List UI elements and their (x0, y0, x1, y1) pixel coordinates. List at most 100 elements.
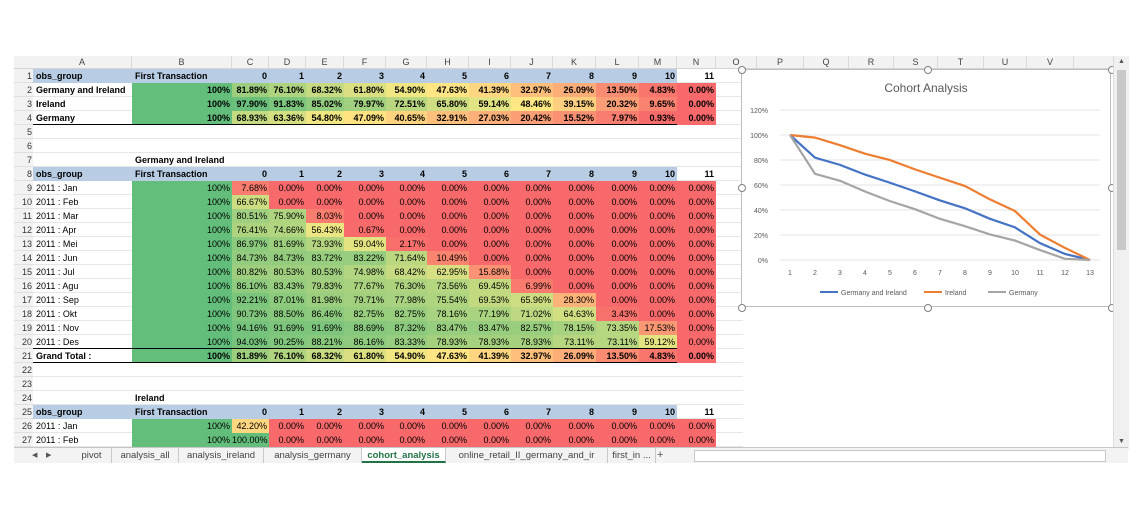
cell-retention[interactable]: 0.00% (553, 419, 596, 433)
cell-retention[interactable]: 0.00% (553, 433, 596, 447)
prev-sheet-arrow-icon[interactable]: ◀ (32, 448, 37, 463)
cell-retention[interactable]: 0.00% (553, 209, 596, 223)
cell-retention[interactable]: 0.00% (469, 419, 511, 433)
cell-retention[interactable]: 100% (132, 181, 232, 195)
cell-retention[interactable]: 83.47% (427, 321, 469, 335)
cell-period-header[interactable]: 2 (306, 167, 344, 181)
cell-retention[interactable]: 0.00% (677, 349, 716, 363)
cell-retention[interactable]: 0.00% (553, 195, 596, 209)
cell-obs-group[interactable]: 2011 : Jan (33, 181, 132, 195)
cell-retention[interactable]: 94.03% (232, 335, 269, 349)
cell-retention[interactable]: 76.10% (269, 349, 306, 363)
cell-retention[interactable]: 91.69% (269, 321, 306, 335)
cell-period-header[interactable]: 3 (344, 167, 386, 181)
cell-retention[interactable]: 59.12% (639, 335, 677, 349)
column-header-o[interactable]: O (716, 56, 757, 68)
cell-obs-group[interactable]: 2011 : Feb (33, 195, 132, 209)
sheet-tab-analysis-all[interactable]: analysis_all (112, 448, 179, 463)
cell-retention[interactable]: 0.00% (639, 251, 677, 265)
row-header-7[interactable]: 7 (14, 153, 33, 167)
cell-period-header[interactable]: 0 (232, 405, 269, 419)
cell-obs-group-header[interactable]: obs_group (33, 167, 132, 181)
cell-retention[interactable]: 81.69% (269, 237, 306, 251)
cell-retention[interactable]: 88.21% (306, 335, 344, 349)
cell-retention[interactable]: 59.14% (469, 97, 511, 111)
cell-retention[interactable]: 0.00% (677, 419, 716, 433)
cell-retention[interactable]: 7.97% (596, 111, 639, 125)
row-header-24[interactable]: 24 (14, 391, 33, 405)
cell-retention[interactable]: 71.02% (511, 307, 553, 321)
cell-retention[interactable]: 0.00% (677, 321, 716, 335)
cell-retention[interactable]: 100% (132, 307, 232, 321)
cell-first-transaction-header[interactable]: First Transaction (132, 167, 232, 181)
cohort-analysis-chart[interactable]: Cohort Analysis 0% 20% 40% 60% 80% 100% 120% 1… (741, 69, 1111, 307)
cell-retention[interactable]: 47.63% (427, 83, 469, 97)
scroll-up-arrow-icon[interactable]: ▲ (1115, 56, 1128, 68)
cell-retention[interactable]: 0.00% (511, 265, 553, 279)
cell-retention[interactable]: 0.00% (596, 433, 639, 447)
cell-period-header[interactable]: 4 (386, 69, 427, 83)
cell-retention[interactable]: 61.80% (344, 349, 386, 363)
cell-first-transaction-header[interactable]: First Transaction (132, 69, 232, 83)
cell-retention[interactable]: 6.99% (511, 279, 553, 293)
cell-retention[interactable]: 0.00% (386, 209, 427, 223)
cell-retention[interactable]: 0.00% (596, 195, 639, 209)
cell-retention[interactable]: 100% (132, 83, 232, 97)
cell-retention[interactable]: 90.73% (232, 307, 269, 321)
cell-period-header[interactable]: 11 (677, 167, 716, 181)
cell-retention[interactable]: 0.00% (386, 419, 427, 433)
cell-period-header[interactable]: 9 (596, 69, 639, 83)
cell-retention[interactable]: 17.53% (639, 321, 677, 335)
cell-retention[interactable]: 91.83% (269, 97, 306, 111)
cell-retention[interactable]: 68.93% (232, 111, 269, 125)
cell-retention[interactable]: 0.00% (427, 209, 469, 223)
cell-period-header[interactable]: 5 (427, 69, 469, 83)
cell-retention[interactable]: 68.42% (386, 265, 427, 279)
cell-retention[interactable]: 100% (132, 195, 232, 209)
cell-retention[interactable]: 13.50% (596, 83, 639, 97)
column-header-h[interactable]: H (427, 56, 469, 68)
cell-retention[interactable]: 0.00% (386, 195, 427, 209)
cell-retention[interactable]: 81.89% (232, 349, 269, 363)
cell-retention[interactable]: 86.16% (344, 335, 386, 349)
cell-retention[interactable]: 72.51% (386, 97, 427, 111)
cell-retention[interactable]: 83.43% (269, 279, 306, 293)
column-header-k[interactable]: K (553, 56, 596, 68)
sheet-tab-cohort-analysis[interactable]: cohort_analysis (362, 448, 446, 463)
horizontal-scrollbar[interactable] (694, 450, 1106, 462)
cell-retention[interactable]: 0.00% (596, 293, 639, 307)
cell-retention[interactable]: 0.00% (427, 433, 469, 447)
cell-retention[interactable]: 83.47% (469, 321, 511, 335)
cell-retention[interactable]: 0.00% (344, 419, 386, 433)
cell-retention[interactable]: 100% (132, 111, 232, 125)
cell-retention[interactable]: 86.46% (306, 307, 344, 321)
cell-retention[interactable]: 48.46% (511, 97, 553, 111)
cell-retention[interactable]: 85.02% (306, 97, 344, 111)
cell-retention[interactable]: 80.53% (306, 265, 344, 279)
row-header-17[interactable]: 17 (14, 293, 33, 307)
cell-retention[interactable]: 7.68% (232, 181, 269, 195)
cell-retention[interactable]: 0.00% (511, 195, 553, 209)
row-header-8[interactable]: 8 (14, 167, 33, 181)
cell-retention[interactable]: 0.00% (639, 195, 677, 209)
cell-retention[interactable]: 0.00% (427, 181, 469, 195)
row-header-16[interactable]: 16 (14, 279, 33, 293)
cell-obs-group[interactable]: 2011 : Apr (33, 223, 132, 237)
row-header-22[interactable]: 22 (14, 363, 33, 377)
cell-period-header[interactable]: 10 (639, 405, 677, 419)
column-header-j[interactable]: J (511, 56, 553, 68)
column-header-d[interactable]: D (269, 56, 306, 68)
sheet-tab-online-retail-ii-germany-and-ir[interactable]: online_retail_II_germany_and_ir (446, 448, 608, 463)
cell-retention[interactable]: 68.32% (306, 349, 344, 363)
cell-obs-group[interactable]: Germany and Ireland (33, 83, 132, 97)
column-header-n[interactable]: N (677, 56, 716, 68)
cell-retention[interactable]: 0.00% (386, 223, 427, 237)
column-header-t[interactable]: T (938, 56, 984, 68)
cell-period-header[interactable]: 0 (232, 167, 269, 181)
cell-obs-group[interactable]: 2011 : Jun (33, 251, 132, 265)
cell-period-header[interactable]: 5 (427, 167, 469, 181)
cell-retention[interactable]: 0.00% (639, 265, 677, 279)
cell-retention[interactable]: 77.67% (344, 279, 386, 293)
cell-retention[interactable]: 97.90% (232, 97, 269, 111)
cell-retention[interactable]: 64.63% (553, 307, 596, 321)
